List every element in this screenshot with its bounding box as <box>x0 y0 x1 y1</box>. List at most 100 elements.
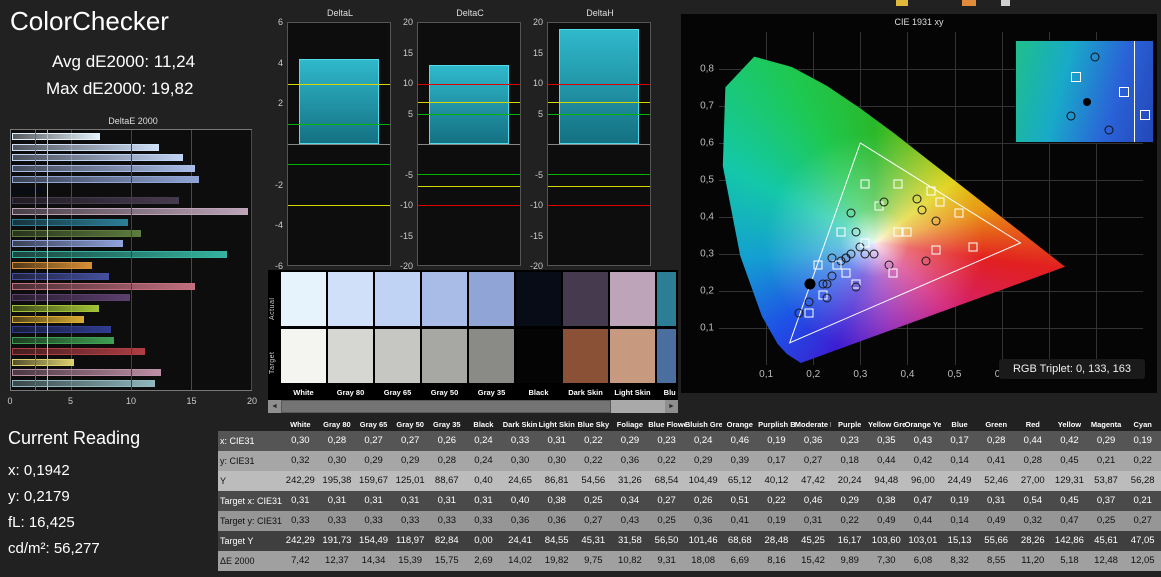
strip-cells <box>281 272 676 383</box>
patch-cell[interactable] <box>375 272 420 383</box>
table-cell: 0,47 <box>913 495 933 506</box>
table-cell: 0,29 <box>400 455 420 466</box>
ref-line-red <box>548 204 650 206</box>
row-label: ΔE 2000 <box>220 556 255 566</box>
current-reading-title: Current Reading <box>8 428 141 448</box>
axis-tick-label: 10 <box>402 78 413 88</box>
table-cell: 53,87 <box>1094 475 1118 486</box>
scrollbar-thumb[interactable] <box>281 400 611 413</box>
deltae-bar <box>12 380 156 388</box>
scroll-left-button[interactable]: ◄ <box>268 400 281 413</box>
target-point <box>804 308 813 318</box>
table-cell: 0,30 <box>547 455 566 466</box>
column-header: Blue Flower <box>648 420 685 429</box>
avg-de2000-value: Avg dE2000: 11,24 <box>52 52 196 71</box>
table-cell: 45,31 <box>581 535 606 546</box>
table-cell: 24,49 <box>947 475 972 486</box>
table-cell: 28,26 <box>1020 535 1045 546</box>
table-cell: 0,36 <box>620 455 640 466</box>
table-cell: 0,27 <box>364 435 383 446</box>
table-cell: 0,40 <box>474 475 493 486</box>
column-header: Light Skin <box>538 420 575 429</box>
column-header: Moderate Red <box>794 420 832 429</box>
patch-cell[interactable] <box>516 272 561 383</box>
patch-label: Gray 80 <box>336 388 365 397</box>
table-cell: 10,82 <box>618 555 642 566</box>
patch-cell[interactable] <box>328 272 373 383</box>
table-cell: 0,30 <box>291 435 310 446</box>
table-cell: 40,12 <box>764 475 789 486</box>
table-cell: 5,18 <box>1060 555 1079 566</box>
axis-tick-label: 0,2 <box>700 285 714 297</box>
ref-line-yellow <box>418 101 520 103</box>
column-header: Gray 35 <box>433 420 461 429</box>
table-cell: 7,30 <box>877 555 896 566</box>
measured-point <box>846 208 856 218</box>
deltah-chart: DeltaH 20 15 10 5 -5 -10 -15 -20 <box>523 8 653 271</box>
colorchecker-app: ColorChecker Avg dE2000: 11,24 Max dE200… <box>0 0 1161 577</box>
axis-tick-label: 0,6 <box>700 137 714 149</box>
patch-scrollbar[interactable]: ◄ ► <box>268 400 678 413</box>
column-header: Purplish Blue <box>758 420 795 429</box>
deltae-bar <box>12 272 110 280</box>
toolbar-fragment-icon <box>962 0 976 6</box>
deltae-bar <box>12 175 200 183</box>
axis-tick-label: 4 <box>277 57 283 68</box>
axis-tick-label: 5 <box>407 108 413 119</box>
patch-label: Light Skin <box>614 388 651 397</box>
zero-baseline <box>418 144 520 145</box>
table-cell: 31,58 <box>618 535 642 546</box>
actual-swatch <box>469 272 514 326</box>
measured-point <box>822 293 832 303</box>
target-point <box>836 227 846 237</box>
ref-line-yellow <box>288 83 390 85</box>
patch-label: Black <box>528 388 549 397</box>
table-cell: 11,20 <box>1021 555 1045 566</box>
target-point <box>935 197 945 207</box>
cie-zoom-inset <box>1015 40 1154 143</box>
column-header: Red <box>1025 420 1040 429</box>
actual-row-label: Actual <box>269 297 276 321</box>
axis-tick-label: 0,5 <box>947 369 962 380</box>
deltae-bar <box>12 240 123 248</box>
scroll-right-button[interactable]: ► <box>665 400 678 413</box>
table-row: ΔE 2000 7,42 12,37 14,34 15,39 15,75 2,69 14,02… <box>218 551 1161 571</box>
patch-cell[interactable] <box>281 272 326 383</box>
axis-tick-label: 5 <box>67 396 74 406</box>
table-cell: 242,29 <box>285 535 315 546</box>
table-cell: 0,31 <box>474 495 493 506</box>
table-cell: 0,44 <box>1023 435 1043 446</box>
patch-cell[interactable] <box>563 272 608 383</box>
table-cell: 242,29 <box>285 475 315 486</box>
chart-title: DeltaL <box>326 8 353 18</box>
chart-title: DeltaH <box>586 8 614 18</box>
table-cell: 0,49 <box>877 515 896 526</box>
table-cell: 0,42 <box>913 455 933 466</box>
table-row: Target x: CIE31 0,31 0,31 0,31 0,31 0,31 0,31 0… <box>218 491 1161 511</box>
patch-cell[interactable] <box>469 272 514 383</box>
table-cell: 24,65 <box>508 475 532 486</box>
axis-tick-label: 0,2 <box>806 369 821 380</box>
patch-cell[interactable] <box>422 272 467 383</box>
table-cell: 68,54 <box>654 475 679 486</box>
table-cell: 0,33 <box>291 515 310 526</box>
table-cell: 0,41 <box>730 515 750 526</box>
table-cell: 0,31 <box>327 495 347 506</box>
axis-tick-label: 0,1 <box>700 322 714 334</box>
measured-point <box>1104 125 1114 135</box>
table-cell: 0,45 <box>1060 455 1079 466</box>
table-cell: 52,46 <box>984 475 1009 486</box>
deltae-bar <box>12 186 44 194</box>
measured-point <box>1090 52 1100 62</box>
axis-tick-label: -5 <box>404 169 413 180</box>
patch-cell[interactable] <box>610 272 655 383</box>
target-point <box>893 179 903 189</box>
table-cell: 0,28 <box>1023 455 1043 466</box>
table-cell: 0,22 <box>767 495 786 506</box>
column-header: Dark Skin <box>502 420 538 429</box>
patch-cell[interactable] <box>657 272 676 383</box>
actual-swatch <box>657 272 676 326</box>
column-header: Orange Yellow <box>904 420 942 429</box>
deltae-bar <box>12 132 101 140</box>
arrow-right-icon: ► <box>668 403 675 410</box>
